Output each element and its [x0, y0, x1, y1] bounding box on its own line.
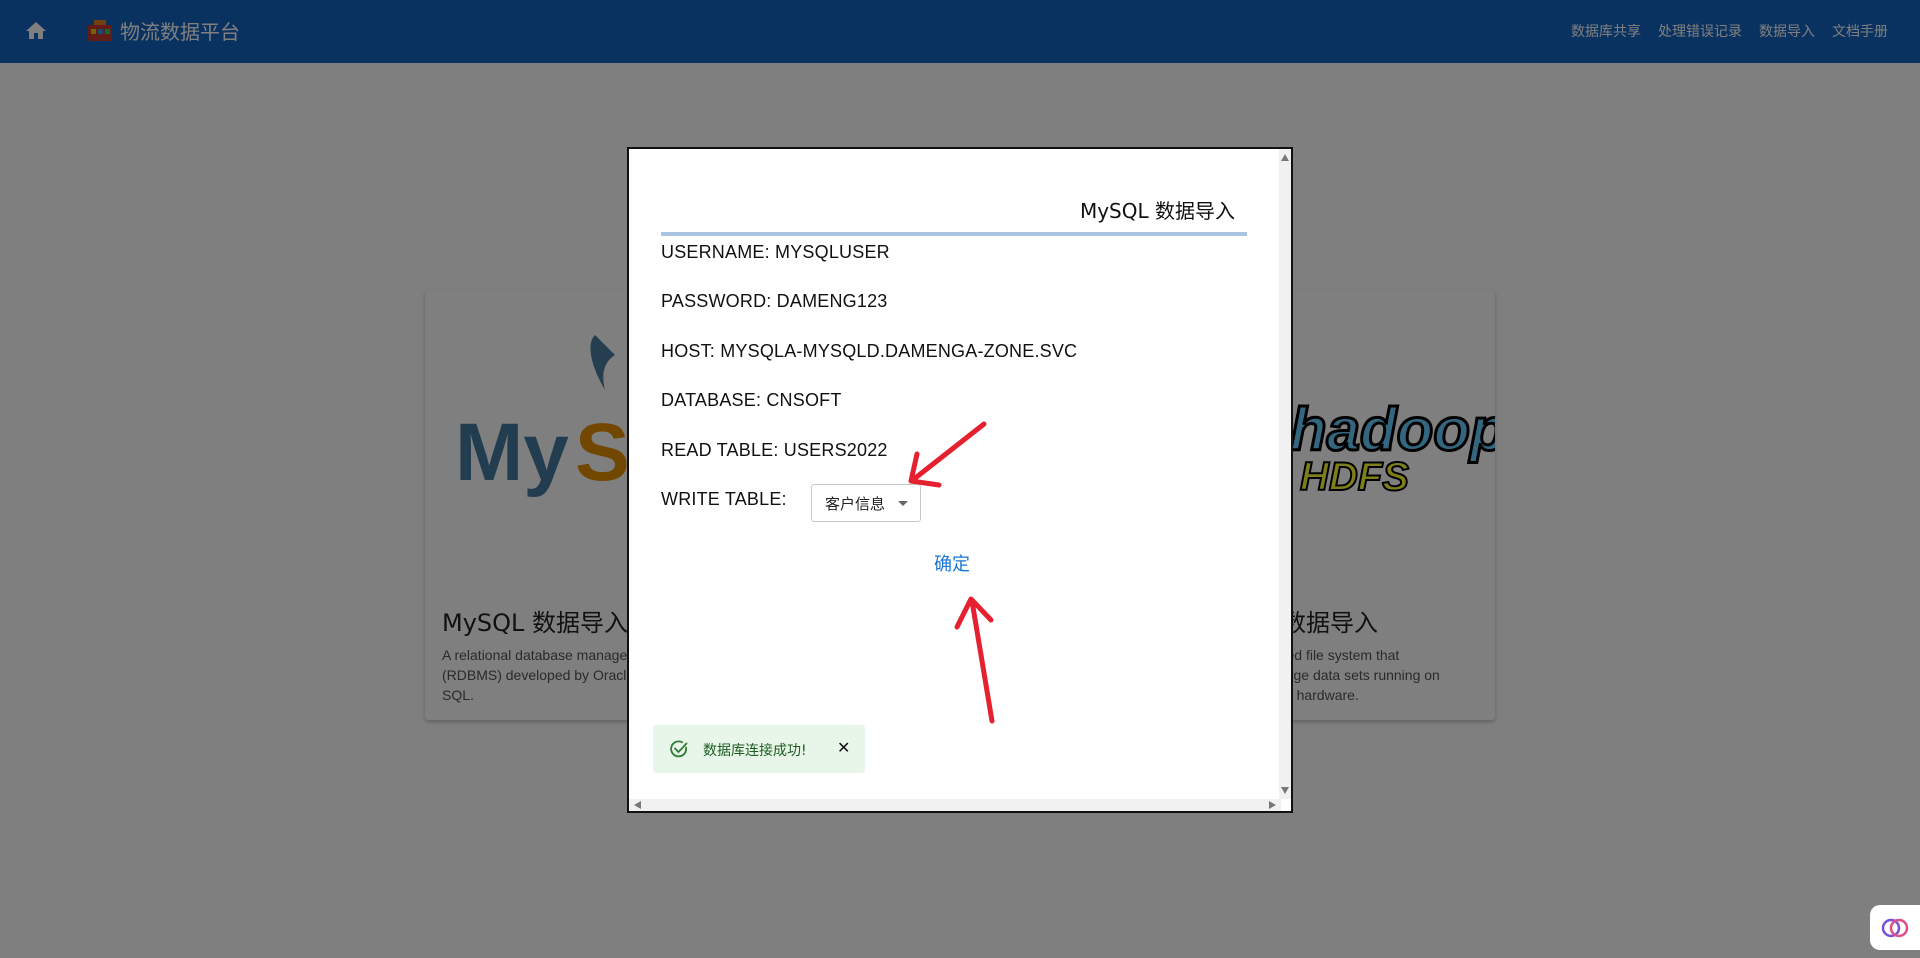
scroll-up-icon[interactable] [1281, 154, 1289, 161]
title-divider [661, 232, 1247, 236]
scroll-down-icon[interactable] [1281, 787, 1289, 794]
check-circle-icon [670, 740, 688, 758]
read-table-text: READ TABLE: USERS2022 [661, 440, 888, 460]
confirm-button[interactable]: 确定 [934, 550, 970, 576]
dialog-title: MySQL 数据导入 [1079, 199, 1235, 223]
scroll-left-icon[interactable] [634, 801, 641, 809]
vertical-scrollbar[interactable] [1279, 149, 1291, 799]
import-dialog: MySQL 数据导入 USERNAME: MYSQLUSER PASSWORD:… [627, 147, 1293, 813]
annotation-arrow-to-select [908, 421, 987, 488]
write-table-label: WRITE TABLE: [661, 489, 787, 509]
brain-icon [1881, 918, 1909, 937]
close-icon[interactable]: ✕ [837, 738, 850, 758]
toast-message: 数据库连接成功! [703, 743, 807, 759]
database-text: DATABASE: CNSOFT [661, 390, 842, 410]
horizontal-scrollbar[interactable] [629, 799, 1281, 811]
dialog-content: MySQL 数据导入 USERNAME: MYSQLUSER PASSWORD:… [629, 149, 1281, 799]
scroll-right-icon[interactable] [1269, 801, 1276, 809]
chevron-down-icon [898, 501, 908, 506]
annotation-arrow-to-confirm [954, 596, 995, 724]
write-table-select-value: 客户信息 [825, 494, 886, 513]
username-text: USERNAME: MYSQLUSER [661, 242, 890, 262]
assistant-button[interactable] [1870, 905, 1920, 950]
success-toast: 数据库连接成功! ✕ [653, 725, 865, 773]
host-text: HOST: MYSQLA-MYSQLD.DAMENGA-ZONE.SVC [661, 341, 1078, 361]
password-text: PASSWORD: DAMENG123 [661, 291, 888, 311]
